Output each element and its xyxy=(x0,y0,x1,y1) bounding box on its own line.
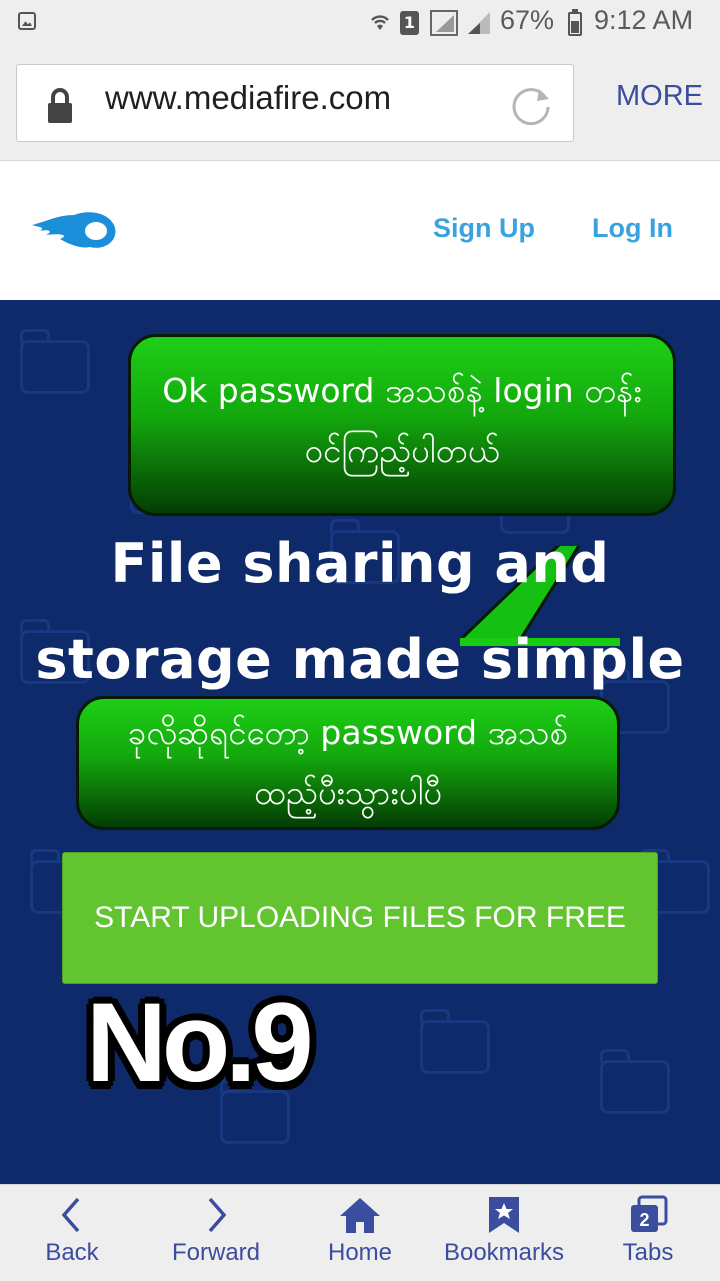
chevron-right-icon xyxy=(208,1197,227,1233)
bookmark-icon xyxy=(489,1197,519,1233)
more-button[interactable]: MORE xyxy=(616,80,703,113)
hero-heading: File sharing and storage made simple xyxy=(0,516,720,708)
status-bar: 1 67% 9:12 AM xyxy=(0,0,720,44)
back-label: Back xyxy=(45,1239,99,1266)
annotation-bubble: Ok password အသစ်နဲ့ login တန်း ဝင်ကြည့်ပ… xyxy=(128,334,676,516)
annotation-bubble: ခုလိုဆိုရင်တော့ password အသစ် ထည့်ပီးသွာ… xyxy=(76,696,620,830)
clock: 9:12 AM xyxy=(594,5,694,35)
bookmarks-label: Bookmarks xyxy=(443,1239,565,1266)
folder-pattern-icon xyxy=(420,1009,490,1074)
folder-pattern-icon xyxy=(600,1049,670,1114)
home-icon xyxy=(340,1198,380,1233)
wifi-icon xyxy=(371,15,389,30)
tabs-icon: 2 xyxy=(631,1195,668,1232)
battery-percent: 67% xyxy=(500,5,555,35)
hero-heading-line: storage made simple xyxy=(35,628,685,691)
browser-toolbar: www.mediafire.com MORE xyxy=(0,44,720,161)
site-header: Sign Up Log In xyxy=(0,161,720,300)
tab-count: 2 xyxy=(639,1210,649,1230)
url-bar[interactable]: www.mediafire.com xyxy=(16,64,574,142)
mediafire-logo[interactable] xyxy=(30,205,118,253)
sign-up-link[interactable]: Sign Up xyxy=(433,213,535,244)
signal-strength-icon xyxy=(468,12,490,34)
tabs-label: Tabs xyxy=(622,1239,674,1266)
annotation-text: ဝင်ကြည့်ပါတယ် xyxy=(304,431,500,470)
browser-bottom-nav: Back Forward Home Bookmarks 2 Tabs xyxy=(0,1184,720,1281)
start-uploading-button[interactable]: START UPLOADING FILES FOR FREE xyxy=(62,852,658,984)
bookmarks-button[interactable]: Bookmarks xyxy=(432,1185,576,1281)
log-in-link[interactable]: Log In xyxy=(592,213,673,244)
annotation-text: ခုလိုဆိုရင်တော့ password အသစ် xyxy=(127,713,569,752)
step-number-label: No.9 xyxy=(86,980,314,1105)
url-text[interactable]: www.mediafire.com xyxy=(105,79,391,117)
annotation-text: Ok password အသစ်နဲ့ login တန်း xyxy=(162,371,642,410)
hero-heading-line: File sharing and xyxy=(110,532,610,595)
annotation-text: ထည့်ပီးသွားပါပီ xyxy=(253,773,443,812)
hero-section: Ok password အသစ်နဲ့ login တန်း ဝင်ကြည့်ပ… xyxy=(0,300,720,1184)
home-label: Home xyxy=(327,1239,393,1266)
gallery-icon xyxy=(18,12,36,30)
chevron-left-icon xyxy=(61,1197,80,1233)
folder-pattern-icon xyxy=(20,329,90,394)
sim-icon: 1 xyxy=(400,11,419,35)
back-button[interactable]: Back xyxy=(0,1185,144,1281)
lock-icon xyxy=(48,88,72,123)
tabs-button[interactable]: 2 Tabs xyxy=(576,1185,720,1281)
battery-icon xyxy=(568,9,582,36)
signal-icon xyxy=(430,10,458,36)
home-button[interactable]: Home xyxy=(288,1185,432,1281)
reload-icon[interactable] xyxy=(509,83,553,127)
forward-label: Forward xyxy=(171,1239,261,1266)
forward-button[interactable]: Forward xyxy=(144,1185,288,1281)
